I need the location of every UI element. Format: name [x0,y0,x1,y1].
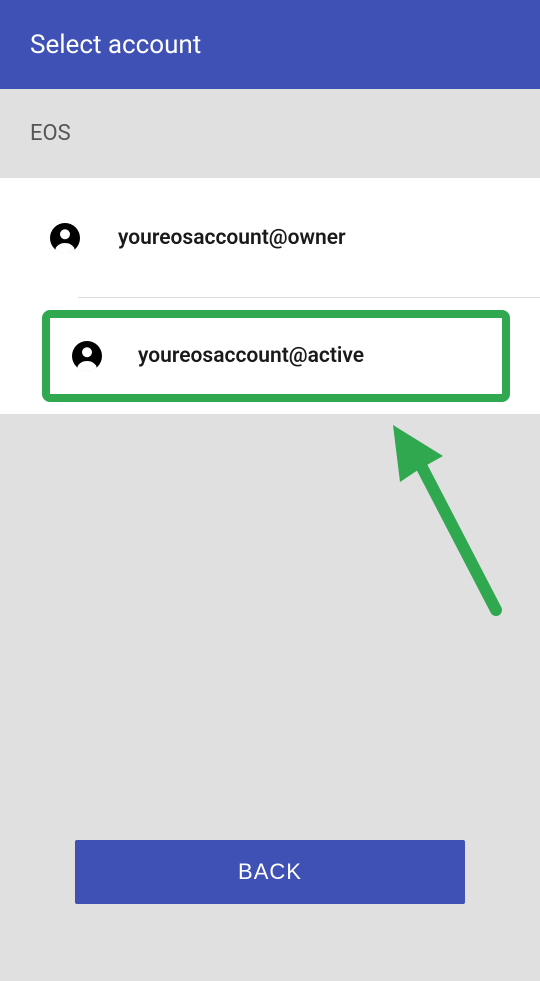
account-row-active[interactable]: youreosaccount@active [42,310,510,402]
person-icon [50,223,80,253]
page-title: Select account [30,30,201,60]
divider [78,297,540,298]
app-header: Select account [0,0,540,89]
back-button[interactable]: BACK [75,840,465,904]
person-icon [72,341,102,371]
section-label-text: EOS [30,121,71,146]
account-row-owner[interactable]: youreosaccount@owner [0,178,540,298]
back-button-label: BACK [238,859,302,885]
accounts-list: youreosaccount@owner youreosaccount@acti… [0,178,540,414]
account-label: youreosaccount@owner [118,226,346,250]
arrow-annotation-icon [378,420,518,620]
section-header: EOS [0,89,540,178]
account-label: youreosaccount@active [138,344,364,368]
account-row-active-wrapper: youreosaccount@active [0,298,540,414]
